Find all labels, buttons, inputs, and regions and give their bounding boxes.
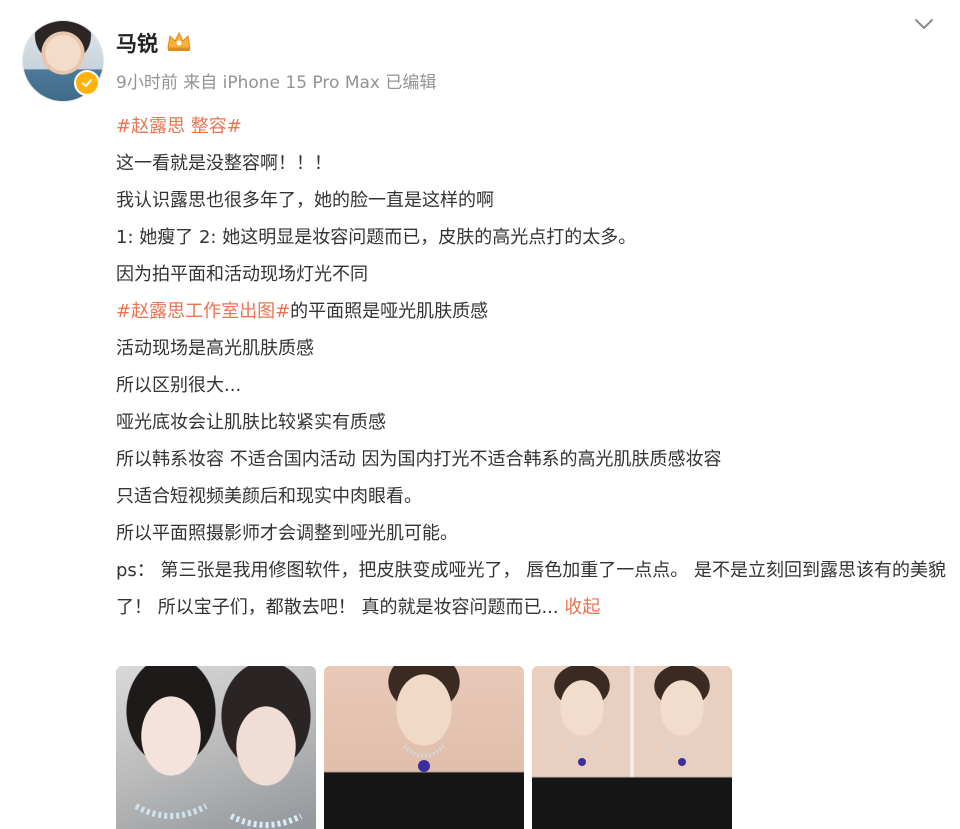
post-line: ps： 第三张是我用修图软件，把皮肤变成哑光了， 唇色加重了一点点。 是不是立刻… bbox=[116, 560, 946, 618]
post-line: 我认识露思也很多年了，她的脸一直是这样的啊 bbox=[116, 190, 494, 211]
post-line: 哑光底妆会让肌肤比较紧实有质感 bbox=[116, 412, 386, 433]
post-image-1[interactable] bbox=[116, 666, 316, 829]
post-content: #赵露思 整容# 这一看就是没整容啊！！！ 我认识露思也很多年了，她的脸一直是这… bbox=[116, 108, 946, 626]
author-name[interactable]: 马锐 bbox=[116, 28, 158, 58]
post-image-2[interactable] bbox=[324, 666, 524, 829]
collapse-link[interactable]: 收起 bbox=[564, 597, 600, 618]
post-line: 活动现场是高光肌肤质感 bbox=[116, 338, 314, 359]
post-line: 所以韩系妆容 不适合国内活动 因为国内打光不适合韩系的高光肌肤质感妆容 bbox=[116, 449, 722, 470]
crown-icon bbox=[167, 31, 191, 51]
post-image-3[interactable] bbox=[532, 666, 732, 829]
hashtag-link[interactable]: #赵露思 整容# bbox=[116, 116, 242, 137]
post-line: 1: 她瘦了 2: 她这明显是妆容问题而已，皮肤的高光点打的太多。 bbox=[116, 227, 637, 248]
post-line: 的平面照是哑光肌肤质感 bbox=[290, 301, 489, 322]
post-line: 这一看就是没整容啊！！！ bbox=[116, 153, 332, 174]
weibo-post: 马锐 9小时前 来自 iPhone 15 Pro Max 已编辑 #赵露思 整容… bbox=[0, 0, 960, 829]
post-line: 只适合短视频美颜后和现实中肉眼看。 bbox=[116, 486, 422, 507]
post-line: 所以平面照摄影师才会调整到哑光肌可能。 bbox=[116, 523, 458, 544]
post-meta: 9小时前 来自 iPhone 15 Pro Max 已编辑 bbox=[116, 73, 437, 93]
post-line: 因为拍平面和活动现场灯光不同 bbox=[116, 264, 368, 285]
verified-badge-icon bbox=[74, 70, 100, 96]
hashtag-link[interactable]: #赵露思工作室出图# bbox=[116, 301, 290, 322]
avatar[interactable] bbox=[22, 20, 104, 102]
post-line: 所以区别很大... bbox=[116, 375, 242, 396]
chevron-down-icon[interactable] bbox=[913, 16, 935, 32]
